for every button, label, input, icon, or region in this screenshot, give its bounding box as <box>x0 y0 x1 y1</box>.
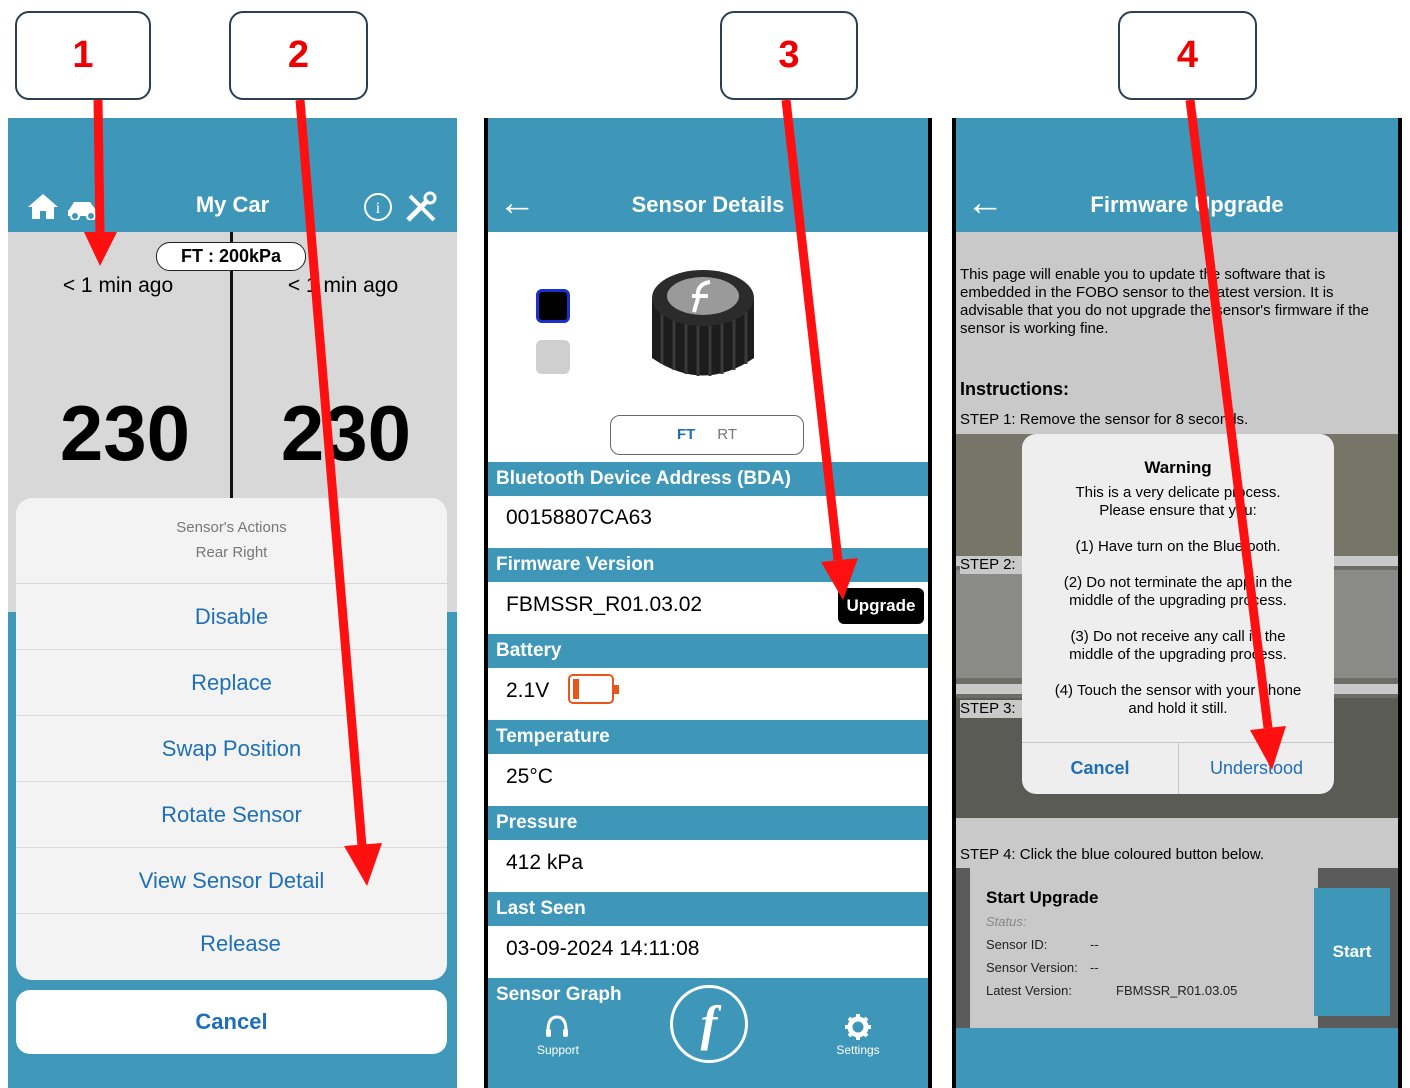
dialog-item-1: (1) Have turn on the Bluetooth. <box>1075 538 1281 555</box>
start-upgrade-button[interactable]: Start <box>1314 888 1390 1016</box>
svg-text:i: i <box>376 200 381 217</box>
position-toggle[interactable]: FT RT <box>610 415 804 455</box>
toggle-ft[interactable]: FT <box>677 426 695 443</box>
sensor-id-value: -- <box>1090 937 1099 952</box>
panel-status: Status: <box>986 914 1027 929</box>
toggle-rt[interactable]: RT <box>717 426 737 443</box>
right-pressure-value[interactable]: 230 <box>241 388 451 479</box>
dialog-item-4a: (4) Touch the sensor with your phone <box>1054 682 1302 699</box>
panel-title: Start Upgrade <box>986 888 1099 907</box>
fobo-logo-button[interactable]: f <box>670 985 748 1063</box>
dialog-item-2a: (2) Do not terminate the app in the <box>1063 574 1293 591</box>
sensor-actions-sheet: Sensor's Actions Rear Right Disable Repl… <box>16 498 447 980</box>
upgrade-button[interactable]: Upgrade <box>838 588 924 624</box>
dialog-item-2b: middle of the upgrading process. <box>1069 592 1287 609</box>
dialog-title: Warning <box>1144 458 1212 477</box>
sheet-cancel-button[interactable]: Cancel <box>16 990 447 1054</box>
dialog-line-1: This is a very delicate process. <box>1075 484 1281 501</box>
action-replace[interactable]: Replace <box>16 650 447 716</box>
battery-icon <box>568 674 619 704</box>
page-title: Sensor Details <box>631 192 785 217</box>
dialog-line-2: Please ensure that you: <box>1099 502 1257 519</box>
pressure-value: 412 kPa <box>506 851 584 874</box>
firmware-header: Firmware Version <box>488 548 928 582</box>
right-last-seen: < 1 min ago <box>287 274 399 297</box>
bda-header: Bluetooth Device Address (BDA) <box>488 462 928 496</box>
dialog-cancel-button[interactable]: Cancel <box>1022 742 1178 794</box>
intro-text: This page will enable you to update the … <box>960 266 1369 337</box>
left-last-seen: < 1 min ago <box>62 274 174 297</box>
callout-2: 2 <box>229 11 368 100</box>
tools-icon[interactable] <box>404 190 438 224</box>
dialog-item-3b: middle of the upgrading process. <box>1069 646 1287 663</box>
nav-support-label[interactable]: Support <box>528 1043 588 1057</box>
sensor-cap-image <box>652 270 754 376</box>
action-rotate-sensor[interactable]: Rotate Sensor <box>16 782 447 848</box>
callout-1: 1 <box>15 11 151 100</box>
sheet-title: Sensor's Actions <box>176 519 287 536</box>
action-swap-position[interactable]: Swap Position <box>16 716 447 782</box>
latest-version-value: FBMSSR_R01.03.05 <box>1116 983 1238 998</box>
last-seen-header: Last Seen <box>488 892 928 926</box>
nav-settings-label[interactable]: Settings <box>828 1043 888 1057</box>
sensor-details-screen: ← Sensor Details FT RT Bluetooth Device A… <box>484 118 932 1088</box>
instructions-heading: Instructions: <box>960 379 1070 399</box>
temperature-value: 25°C <box>506 765 553 788</box>
upgrade-panel: Start Upgrade Status: Sensor ID: -- Senso… <box>956 868 1398 1028</box>
headset-icon[interactable] <box>543 1013 571 1041</box>
step-1-text: STEP 1: Remove the sensor for 8 seconds. <box>960 411 1249 428</box>
bottom-area <box>956 1028 1398 1088</box>
dialog-understood-button[interactable]: Understood <box>1179 742 1334 794</box>
battery-value: 2.1V <box>506 679 550 702</box>
step-3-text: STEP 3: <box>960 700 1022 718</box>
action-view-sensor-detail[interactable]: View Sensor Detail <box>16 848 447 914</box>
callout-4: 4 <box>1118 11 1257 100</box>
sensor-id-label: Sensor ID: <box>986 937 1048 952</box>
top-bar: ← Firmware Upgrade <box>956 118 1398 232</box>
callout-3: 3 <box>720 11 858 100</box>
temperature-header: Temperature <box>488 720 928 754</box>
sensor-version-value: -- <box>1090 960 1099 975</box>
bottom-nav: Support f Settings <box>488 985 928 1088</box>
left-pressure-value[interactable]: 230 <box>20 388 230 479</box>
gear-icon[interactable] <box>844 1013 872 1041</box>
rear-sensor-swatch[interactable] <box>536 340 570 374</box>
step-4-text: STEP 4: Click the blue coloured button b… <box>960 846 1265 863</box>
my-car-screen: My Car i FT : 200kPa < 1 min ago < 1 min… <box>8 118 457 1088</box>
bda-value: 00158807CA63 <box>506 506 652 529</box>
dialog-item-3a: (3) Do not receive any call in the <box>1070 628 1286 645</box>
action-disable[interactable]: Disable <box>16 584 447 650</box>
latest-version-label: Latest Version: <box>986 983 1072 998</box>
firmware-upgrade-screen: ← Firmware Upgrade This page will enable… <box>952 118 1402 1088</box>
pressure-badge: FT : 200kPa <box>156 242 306 271</box>
sheet-header: Sensor's Actions Rear Right <box>16 498 447 584</box>
sensor-version-label: Sensor Version: <box>986 960 1078 975</box>
step-2-text: STEP 2: <box>960 556 1022 574</box>
sheet-subtitle: Rear Right <box>195 544 268 561</box>
warning-dialog: Warning This is a very delicate process.… <box>1022 434 1334 794</box>
last-seen-value: 03-09-2024 14:11:08 <box>506 937 700 960</box>
top-bar: My Car i <box>8 118 457 232</box>
dialog-item-4b: and hold it still. <box>1128 700 1228 717</box>
page-title: Firmware Upgrade <box>1090 192 1284 217</box>
action-release[interactable]: Release <box>16 914 447 976</box>
battery-header: Battery <box>488 634 928 668</box>
pressure-header: Pressure <box>488 806 928 840</box>
front-sensor-swatch[interactable] <box>536 289 570 323</box>
info-icon[interactable]: i <box>363 192 393 222</box>
firmware-value: FBMSSR_R01.03.02 <box>506 593 703 616</box>
top-bar: ← Sensor Details <box>488 118 928 232</box>
